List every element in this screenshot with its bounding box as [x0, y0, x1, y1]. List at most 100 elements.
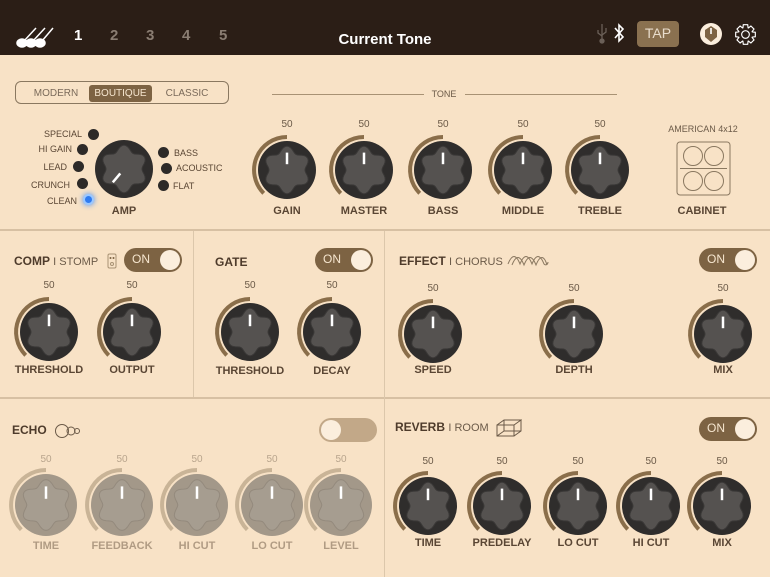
- effect-type: I CHORUS: [449, 256, 503, 268]
- echo-level-knob[interactable]: [302, 466, 380, 549]
- tone-gain-knob[interactable]: [250, 133, 324, 212]
- comp-title-text: COMP: [14, 254, 50, 268]
- tone-knob-value: 50: [517, 119, 529, 130]
- room-box-icon: [496, 419, 522, 437]
- tone-label: TONE: [431, 89, 457, 99]
- tone-knob-value: 50: [594, 119, 606, 130]
- reverb-knob-value: 50: [572, 456, 584, 467]
- echo-toggle[interactable]: [319, 418, 377, 442]
- gate-knob-label: THRESHOLD: [215, 365, 285, 377]
- gate-knob-value: 50: [326, 280, 338, 291]
- effect-toggle-label: ON: [707, 252, 725, 266]
- echo-lo-cut-knob[interactable]: [233, 466, 311, 549]
- gear-icon[interactable]: [734, 23, 757, 46]
- echo-feedback-knob[interactable]: [83, 466, 161, 549]
- tone-knob-value: 50: [281, 119, 293, 130]
- comp-type: I STOMP: [53, 256, 99, 268]
- echo-knob-value: 50: [116, 454, 128, 465]
- tone-divider-left: [272, 94, 424, 95]
- comp-knob-label: THRESHOLD: [14, 364, 84, 376]
- comp-toggle-label: ON: [132, 252, 150, 266]
- reverb-knob-value: 50: [645, 456, 657, 467]
- amp-type-crunch-label: CRUNCH: [31, 180, 70, 190]
- reverb-toggle-label: ON: [707, 421, 725, 435]
- gate-knob-label: DECAY: [313, 365, 351, 377]
- toggle-thumb: [160, 250, 180, 270]
- divider: [0, 229, 770, 231]
- amp-type-special-label: SPECIAL: [43, 129, 82, 139]
- reverb-type: I ROOM: [448, 422, 489, 434]
- toggle-thumb: [321, 420, 341, 440]
- comp-output-knob[interactable]: [95, 295, 169, 374]
- gate-threshold-knob[interactable]: [213, 295, 287, 374]
- tone-treble-knob[interactable]: [563, 133, 637, 212]
- echo-hi-cut-knob[interactable]: [158, 466, 236, 549]
- amp-type-lead-led[interactable]: [73, 161, 84, 172]
- echo-time-knob[interactable]: [7, 466, 85, 549]
- mode-boutique[interactable]: BOUTIQUE: [89, 85, 152, 102]
- comp-knob-label: OUTPUT: [109, 364, 155, 376]
- chorus-wave-icon: [507, 256, 549, 267]
- effect-knob-value: 50: [717, 283, 729, 294]
- amp-knob[interactable]: [87, 132, 161, 211]
- echo-knob-value: 50: [191, 454, 203, 465]
- comp-knob-value: 50: [126, 280, 138, 291]
- amp-type-acoustic-led[interactable]: [161, 163, 172, 174]
- reverb-knob-value: 50: [716, 456, 728, 467]
- reverb-toggle[interactable]: ON: [699, 417, 757, 441]
- tone-knob-label: TREBLE: [578, 205, 622, 217]
- echo-knob-value: 50: [335, 454, 347, 465]
- toggle-thumb: [735, 419, 755, 439]
- gate-toggle-label: ON: [323, 252, 341, 266]
- gate-title: GATE: [215, 255, 248, 269]
- toggle-thumb: [735, 250, 755, 270]
- toggle-thumb: [351, 250, 371, 270]
- comp-toggle[interactable]: ON: [124, 248, 182, 272]
- effect-knob-value: 50: [568, 283, 580, 294]
- tone-knob-label: MASTER: [340, 205, 388, 217]
- mode-modern[interactable]: MODERN: [24, 85, 88, 102]
- amp-type-lead-label: LEAD: [43, 162, 67, 172]
- amp-type-flat-label: FLAT: [173, 181, 195, 191]
- tone-middle-knob[interactable]: [486, 133, 560, 212]
- comp-title: COMP I STOMP: [14, 254, 98, 268]
- echo-circles-icon: [55, 424, 80, 438]
- comp-threshold-knob[interactable]: [12, 295, 86, 374]
- echo-title: ECHO: [12, 423, 47, 437]
- reverb-knob-value: 50: [422, 456, 434, 467]
- reverb-title: REVERB I ROOM: [395, 420, 489, 434]
- amp-label: AMP: [111, 205, 137, 217]
- reverb-knob-label: MIX: [712, 537, 732, 549]
- amp-type-bass-label: BASS: [174, 148, 199, 158]
- effect-toggle[interactable]: ON: [699, 248, 757, 272]
- gate-knob-value: 50: [244, 280, 256, 291]
- tone-master-knob[interactable]: [327, 133, 401, 212]
- cabinet-speaker-icon[interactable]: [676, 141, 731, 196]
- comp-knob-value: 50: [43, 280, 55, 291]
- amp-type-higain-label: HI GAIN: [38, 144, 72, 154]
- gate-toggle[interactable]: ON: [315, 248, 373, 272]
- reverb-knob-value: 50: [496, 456, 508, 467]
- echo-knob-value: 50: [40, 454, 52, 465]
- tone-knob-label: BASS: [427, 205, 459, 217]
- amp-mode-selector: MODERN BOUTIQUE CLASSIC: [15, 81, 229, 104]
- divider: [384, 231, 385, 577]
- effect-title: EFFECT I CHORUS: [399, 254, 503, 268]
- tone-knob-value: 50: [358, 119, 370, 130]
- mode-classic[interactable]: CLASSIC: [156, 85, 218, 102]
- stomp-pedal-icon: [107, 253, 117, 269]
- effect-knob-label: MIX: [713, 364, 733, 376]
- gate-decay-knob[interactable]: [295, 295, 369, 374]
- tone-bass-knob[interactable]: [406, 133, 480, 212]
- echo-knob-label: LEVEL: [323, 540, 359, 552]
- tone-divider-right: [465, 94, 617, 95]
- echo-knob-value: 50: [266, 454, 278, 465]
- cabinet-label: CABINET: [677, 205, 727, 217]
- effect-knob-label: SPEED: [414, 364, 452, 376]
- bluetooth-icon[interactable]: [613, 23, 625, 43]
- tuner-knob-icon[interactable]: [699, 22, 723, 46]
- effect-title-text: EFFECT: [399, 254, 446, 268]
- tap-tempo-button[interactable]: TAP: [637, 21, 679, 47]
- divider: [0, 397, 770, 399]
- divider: [193, 231, 194, 397]
